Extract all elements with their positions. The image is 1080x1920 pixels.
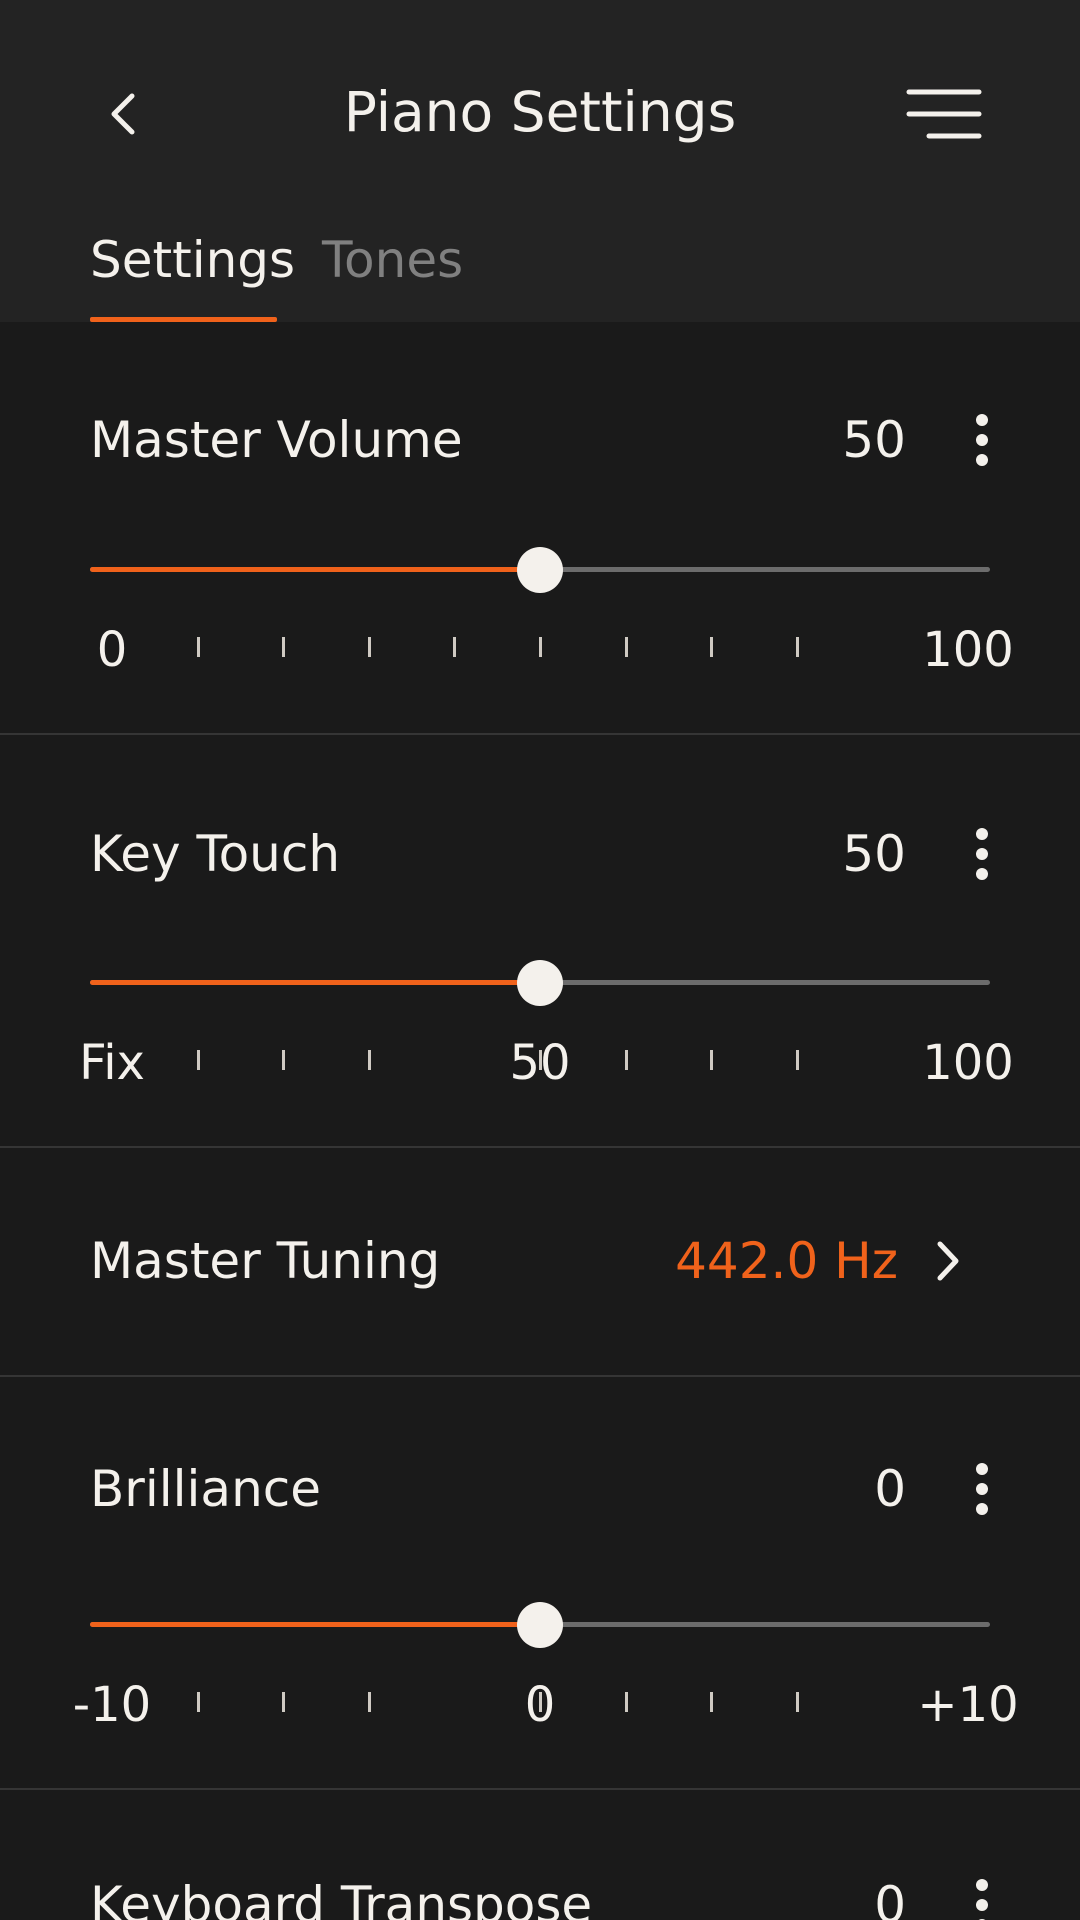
master-tuning-label: Master Tuning: [90, 1232, 441, 1290]
brilliance-more-button[interactable]: [954, 1454, 1010, 1524]
header-bar: Piano Settings Settings Tones: [0, 0, 1080, 322]
brilliance-scale: -10 0 +10: [0, 1670, 1080, 1740]
slider-fill: [90, 1622, 540, 1627]
master-volume-scale: 0 100: [0, 615, 1080, 685]
keyboard-transpose-more-button[interactable]: [954, 1870, 1010, 1920]
key-touch-value: 50: [842, 825, 906, 883]
scale-tick: [710, 1692, 714, 1712]
scale-tick: [282, 1692, 286, 1712]
scale-tick: [367, 637, 371, 657]
master-volume-more-button[interactable]: [954, 405, 1010, 475]
brilliance-section: Brilliance 0 -10 0 +10: [0, 1377, 1080, 1789]
tab-settings[interactable]: Settings: [90, 222, 295, 298]
chevron-right-icon: [937, 1241, 959, 1281]
scale-tick: [282, 637, 286, 657]
key-touch-more-button[interactable]: [954, 819, 1010, 889]
scale-tick: [795, 1050, 799, 1070]
scale-min-label: 0: [96, 622, 128, 678]
scale-min-label: -10: [72, 1677, 152, 1733]
scale-tick: [710, 637, 714, 657]
key-touch-section: Key Touch 50 Fix 50 100: [0, 735, 1080, 1147]
scale-tick: [367, 1050, 371, 1070]
scale-tick: [795, 637, 799, 657]
scale-tick: [624, 1050, 628, 1070]
scale-tick: [624, 637, 628, 657]
scale-max-label: 100: [922, 622, 1014, 678]
tab-tones[interactable]: Tones: [322, 222, 463, 298]
slider-fill: [90, 980, 540, 985]
key-touch-slider[interactable]: [90, 953, 990, 1013]
keyboard-transpose-section: Keyboard Transpose 0: [0, 1790, 1080, 1920]
scale-tick: [795, 1692, 799, 1712]
piano-settings-screen: Piano Settings Settings Tones Master Vol…: [0, 0, 1080, 1920]
scale-tick: [539, 1050, 542, 1070]
slider-fill: [90, 567, 540, 572]
master-volume-slider[interactable]: [90, 540, 990, 600]
slider-thumb[interactable]: [517, 547, 563, 593]
more-vertical-icon: [976, 828, 988, 880]
master-volume-section: Master Volume 50 0 100: [0, 322, 1080, 734]
master-tuning-row[interactable]: Master Tuning 442.0 Hz: [0, 1148, 1080, 1375]
scale-min-label: Fix: [79, 1035, 145, 1091]
keyboard-transpose-value: 0: [874, 1876, 906, 1920]
more-vertical-icon: [976, 1879, 988, 1920]
scale-tick: [282, 1050, 286, 1070]
menu-button[interactable]: [896, 78, 992, 150]
master-tuning-value: 442.0 Hz: [675, 1232, 898, 1290]
tab-bar: Settings Tones: [0, 210, 1080, 322]
scale-tick: [453, 637, 457, 657]
brilliance-value: 0: [874, 1460, 906, 1518]
scale-tick: [196, 1050, 200, 1070]
scale-tick: [539, 1692, 542, 1712]
key-touch-scale: Fix 50 100: [0, 1028, 1080, 1098]
key-touch-label: Key Touch: [90, 825, 341, 883]
scale-tick: [710, 1050, 714, 1070]
scale-tick: [196, 1692, 200, 1712]
scale-tick: [367, 1692, 371, 1712]
brilliance-slider[interactable]: [90, 1595, 990, 1655]
scale-tick: [624, 1692, 628, 1712]
brilliance-label: Brilliance: [90, 1460, 322, 1518]
slider-thumb[interactable]: [517, 1602, 563, 1648]
scale-tick: [539, 637, 542, 657]
more-vertical-icon: [976, 1463, 988, 1515]
slider-thumb[interactable]: [517, 960, 563, 1006]
keyboard-transpose-label: Keyboard Transpose: [90, 1876, 593, 1920]
scale-max-label: +10: [917, 1677, 1019, 1733]
master-tuning-open-button[interactable]: [922, 1226, 972, 1296]
hamburger-menu-icon: [906, 89, 982, 139]
scale-max-label: 100: [922, 1035, 1014, 1091]
master-volume-value: 50: [842, 411, 906, 469]
master-volume-label: Master Volume: [90, 411, 463, 469]
scale-tick: [196, 637, 200, 657]
more-vertical-icon: [976, 414, 988, 466]
